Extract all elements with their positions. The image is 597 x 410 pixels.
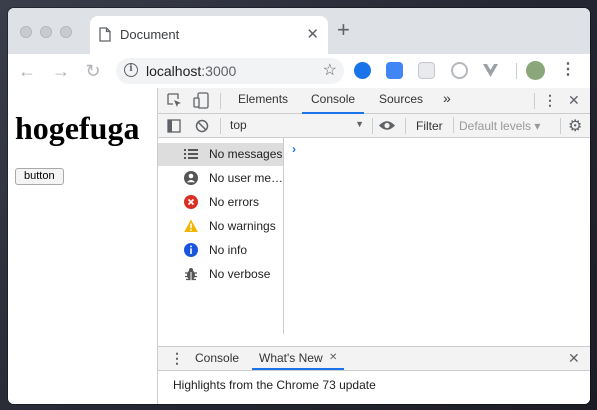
sidebar-item-user-messages[interactable]: No user me… — [158, 167, 283, 190]
user-icon — [184, 171, 198, 185]
context-selector[interactable]: top ▼ — [228, 116, 366, 135]
extension-blue-icon[interactable] — [354, 62, 371, 79]
sidebar-item-label: No info — [209, 243, 248, 257]
bug-icon — [184, 267, 198, 281]
bookmark-star-icon[interactable]: ☆ — [323, 60, 337, 80]
browser-window: Document ✕ + ← → ↻ i localhost:3000 ☆ ⋮ … — [8, 8, 590, 404]
ctl-divider-4 — [560, 118, 561, 134]
avatar[interactable] — [526, 61, 545, 80]
filter-divider — [453, 117, 454, 133]
info-icon — [184, 243, 198, 257]
url-host: localhost — [146, 63, 202, 79]
error-icon — [184, 195, 198, 209]
clear-console-icon[interactable] — [195, 119, 209, 138]
ctl-divider-2 — [372, 118, 373, 134]
drawer-tab-whats-new[interactable]: What's New — [259, 351, 323, 365]
devtools-panel: Elements Console Sources » ⋮ ✕ top ▼ Fil… — [157, 88, 590, 404]
drawer-menu-icon[interactable]: ⋮ — [170, 350, 184, 367]
ctl-divider-1 — [220, 118, 221, 134]
tab-title: Document — [120, 27, 180, 42]
console-toolbar: top ▼ Filter Default levels ▾ ⚙ — [158, 114, 590, 138]
minimize-window-button[interactable] — [40, 26, 52, 38]
page-heading: hogefuga — [15, 110, 140, 146]
document-icon — [99, 27, 111, 47]
chevron-down-icon: ▼ — [355, 119, 364, 129]
page-button[interactable]: button — [15, 168, 64, 185]
close-icon[interactable]: ✕ — [306, 25, 319, 43]
drawer-tab-console[interactable]: Console — [195, 351, 239, 365]
translate-icon[interactable] — [386, 62, 403, 79]
devtools-tab-bar: Elements Console Sources » ⋮ ✕ — [158, 88, 590, 114]
filter-placeholder: Filter — [416, 119, 443, 133]
settings-dots-icon[interactable]: ⋮ — [543, 92, 557, 109]
reload-icon[interactable]: ↻ — [82, 60, 104, 82]
close-window-button[interactable] — [20, 26, 32, 38]
inspect-element-icon[interactable] — [167, 93, 182, 113]
tab-elements[interactable]: Elements — [238, 92, 288, 106]
sidebar-item-warnings[interactable]: No warnings — [158, 215, 283, 238]
url-text: localhost:3000 — [146, 63, 236, 79]
ctl-divider-3 — [405, 118, 406, 134]
browser-tab[interactable]: Document ✕ — [90, 16, 328, 54]
close-devtools-icon[interactable]: ✕ — [568, 92, 580, 109]
address-bar[interactable]: i localhost:3000 ☆ — [116, 58, 344, 84]
sidebar-item-label: No messages — [209, 147, 283, 161]
sidebar-item-label: No user me… — [209, 171, 284, 185]
zoom-window-button[interactable] — [60, 26, 72, 38]
close-drawer-icon[interactable]: ✕ — [568, 350, 580, 367]
sidebar-item-verbose[interactable]: No verbose — [158, 263, 283, 286]
warning-icon — [184, 219, 198, 233]
drawer-tab-bar: ⋮ Console What's New ✕ ✕ — [158, 346, 590, 371]
tab-bar-divider-right — [534, 93, 535, 109]
tab-strip: Document ✕ + — [8, 8, 590, 54]
tab-bar-divider — [220, 93, 221, 109]
extension-gray-icon[interactable] — [418, 62, 435, 79]
sidebar-item-label: No verbose — [209, 267, 271, 281]
drawer-tab-close-icon[interactable]: ✕ — [329, 352, 337, 363]
tab-console[interactable]: Console — [311, 92, 355, 106]
console-output[interactable]: › — [284, 138, 590, 334]
back-arrow-icon[interactable]: ← — [16, 60, 38, 82]
tab-sources[interactable]: Sources — [379, 92, 423, 106]
extension-circle-icon[interactable] — [451, 62, 468, 79]
browser-toolbar: ← → ↻ i localhost:3000 ☆ ⋮ — [8, 54, 590, 89]
log-levels-dropdown[interactable]: Default levels ▾ — [459, 119, 540, 133]
sidebar-item-label: No warnings — [209, 219, 276, 233]
toolbar-divider — [516, 63, 517, 79]
url-port: :3000 — [201, 63, 237, 79]
info-icon[interactable]: i — [124, 63, 138, 77]
console-sidebar: No messages No user me… No errors No war… — [158, 138, 284, 334]
drawer-active-indicator — [252, 368, 344, 370]
new-tab-button[interactable]: + — [337, 19, 350, 41]
whats-new-panel: Highlights from the Chrome 73 update — [158, 371, 590, 404]
vue-icon[interactable] — [482, 62, 499, 79]
eye-icon[interactable] — [378, 119, 396, 137]
sidebar-toggle-icon[interactable] — [167, 119, 181, 138]
sidebar-item-messages[interactable]: No messages — [158, 143, 283, 166]
menu-dots-icon[interactable]: ⋮ — [560, 60, 576, 80]
context-value: top — [230, 118, 247, 132]
forward-arrow-icon[interactable]: → — [50, 60, 72, 82]
console-prompt-icon: › — [292, 142, 296, 156]
page-viewport: hogefuga button — [8, 88, 157, 404]
sidebar-item-label: No errors — [209, 195, 260, 209]
sidebar-item-errors[interactable]: No errors — [158, 191, 283, 214]
gear-icon[interactable]: ⚙ — [568, 116, 582, 136]
sidebar-item-info[interactable]: No info — [158, 239, 283, 262]
device-toolbar-icon[interactable] — [193, 92, 209, 114]
list-icon — [184, 147, 198, 161]
whats-new-headline: Highlights from the Chrome 73 update — [173, 378, 376, 392]
more-tabs-icon[interactable]: » — [443, 90, 451, 106]
